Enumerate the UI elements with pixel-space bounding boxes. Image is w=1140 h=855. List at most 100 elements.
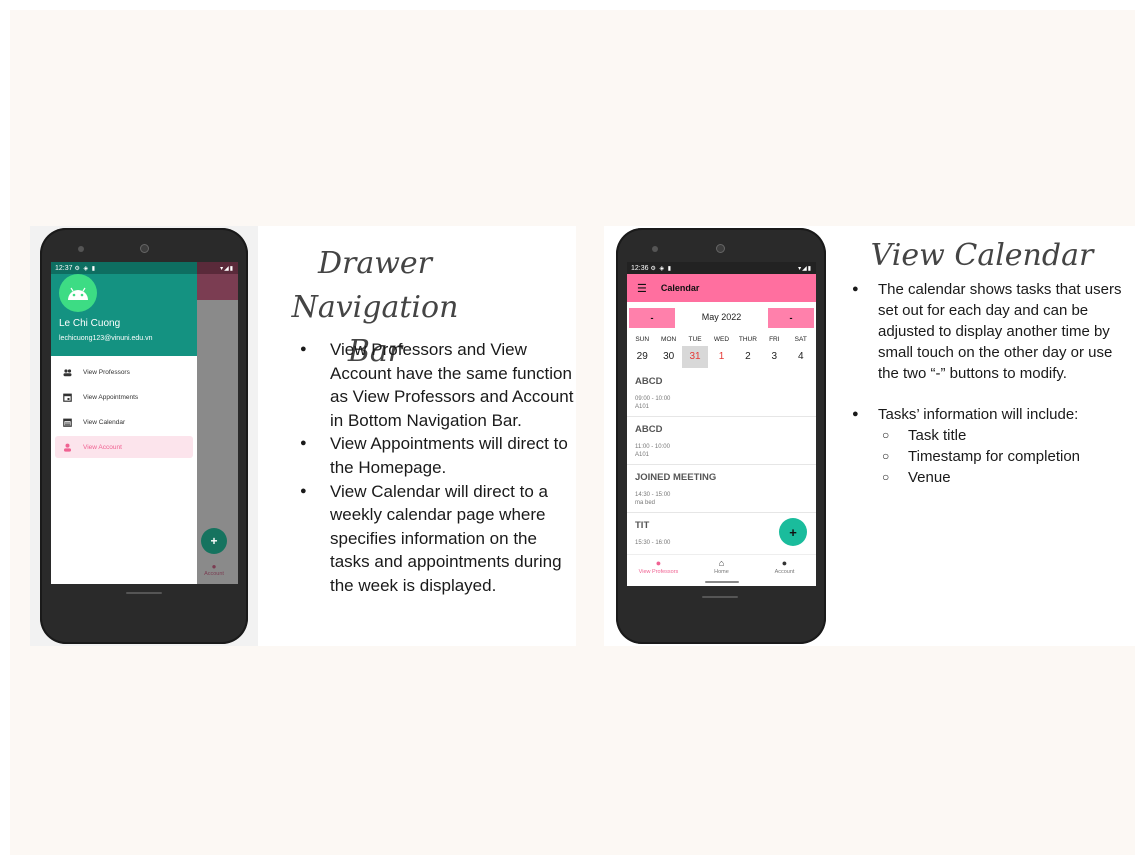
task-title: ABCD bbox=[635, 376, 663, 387]
avatar[interactable] bbox=[59, 274, 97, 312]
bullet-item: Tasks’ information will include: Task ti… bbox=[852, 404, 1136, 488]
month-selector: May 2022 - - bbox=[627, 308, 816, 330]
status-right-icons: ▾◢▮ bbox=[220, 265, 234, 272]
task-title: ABCD bbox=[635, 424, 663, 435]
next-week-button[interactable]: - bbox=[768, 308, 814, 328]
bullet-item: The calendar shows tasks that users set … bbox=[852, 279, 1136, 384]
date-cell[interactable]: 3 bbox=[761, 346, 787, 368]
tab-view-professors[interactable]: ● View Professors bbox=[627, 555, 690, 580]
front-camera bbox=[716, 244, 725, 253]
bottom-navigation: ● View Professors ⌂ Home ● Account bbox=[627, 554, 816, 580]
bullet-text: Tasks’ information will include: bbox=[878, 406, 1079, 423]
bullet-text: The calendar shows tasks that users set … bbox=[878, 281, 1122, 382]
date-cell-selected[interactable]: 31 bbox=[681, 346, 709, 368]
drawer-header: 12:37 ⚙ ◈ ▮ Le Chi Cuong lechicuong123@v… bbox=[51, 262, 197, 356]
user-name: Le Chi Cuong bbox=[59, 318, 121, 329]
menu-item-view-calendar[interactable]: View Calendar bbox=[55, 411, 193, 433]
tab-home[interactable]: ⌂ Home bbox=[690, 555, 753, 580]
home-bar bbox=[702, 596, 738, 598]
sub-bullet-text: Venue bbox=[908, 469, 951, 486]
app-bar-dimmed bbox=[197, 274, 238, 300]
person-icon: ● bbox=[781, 558, 788, 568]
tab-label: Account bbox=[774, 569, 795, 575]
tab-account[interactable]: ● Account bbox=[753, 555, 816, 580]
home-bar bbox=[126, 592, 162, 594]
hamburger-menu-icon[interactable]: ☰ bbox=[637, 282, 647, 295]
navigation-drawer: 12:37 ⚙ ◈ ▮ Le Chi Cuong lechicuong123@v… bbox=[51, 262, 197, 584]
phone-screen: + ● Account 12:37 ⚙ ◈ ▮ Le Chi Cuong lec… bbox=[51, 262, 238, 584]
panel-title-line1: Drawer bbox=[317, 246, 433, 281]
sub-bullet-item: Task title bbox=[882, 425, 1136, 446]
account-tab-label: Account bbox=[204, 571, 224, 577]
weekday-label: THUR bbox=[738, 336, 757, 343]
bullet-item: View Appointments will direct to the Hom… bbox=[300, 432, 576, 479]
calendar-icon bbox=[63, 418, 72, 427]
week-dates: 29 30 31 1 2 3 4 bbox=[629, 346, 814, 368]
task-time: 11:00 - 10:00 bbox=[635, 444, 670, 450]
task-item[interactable]: ABCD 11:00 - 10:00 A101 bbox=[627, 418, 816, 465]
task-title: JOINED MEETING bbox=[635, 472, 717, 483]
bullet-text: View Calendar will direct to a weekly ca… bbox=[330, 481, 562, 595]
tab-label: View Professors bbox=[638, 569, 679, 575]
weekday-label: TUE bbox=[688, 336, 702, 343]
android-icon bbox=[68, 287, 88, 300]
menu-item-view-professors[interactable]: View Professors bbox=[55, 361, 193, 383]
task-time: 14:30 - 15:00 bbox=[635, 492, 671, 498]
task-venue: A101 bbox=[635, 452, 650, 458]
weekday-label: WED bbox=[713, 336, 730, 343]
status-right-icons: ▾◢▮ bbox=[798, 265, 812, 272]
home-icon: ⌂ bbox=[718, 558, 725, 568]
person-icon bbox=[63, 443, 72, 452]
weekday-label: SAT bbox=[794, 336, 807, 343]
menu-item-label: View Calendar bbox=[83, 418, 126, 426]
add-task-fab[interactable]: + bbox=[779, 518, 807, 546]
task-item[interactable]: ABCD 09:00 - 10:00 A101 bbox=[627, 370, 816, 417]
menu-item-view-account[interactable]: View Account bbox=[55, 436, 193, 458]
sensor-dot bbox=[652, 246, 658, 252]
menu-item-view-appointments[interactable]: View Appointments bbox=[55, 386, 193, 408]
menu-item-label: View Professors bbox=[83, 368, 130, 376]
date-cell[interactable]: 30 bbox=[655, 346, 681, 368]
phone-frame: + ● Account 12:37 ⚙ ◈ ▮ Le Chi Cuong lec… bbox=[40, 228, 248, 644]
weekday-label: FRI bbox=[769, 336, 780, 343]
sub-bullets: Task title Timestamp for completion Venu… bbox=[882, 425, 1136, 488]
status-bar: 12:37 ⚙ ◈ ▮ bbox=[51, 262, 197, 274]
date-cell[interactable]: 2 bbox=[735, 346, 761, 368]
status-bar-right: ▾◢▮ bbox=[197, 262, 238, 274]
drawer-panel: + ● Account 12:37 ⚙ ◈ ▮ Le Chi Cuong lec… bbox=[30, 226, 576, 646]
bullet-item: View Calendar will direct to a weekly ca… bbox=[300, 480, 576, 598]
date-cell[interactable]: 29 bbox=[629, 346, 655, 368]
task-item[interactable]: JOINED MEETING 14:30 - 15:00 ma bed bbox=[627, 466, 816, 513]
calendar-check-icon bbox=[63, 393, 72, 402]
panel-title: View Calendar bbox=[870, 238, 1094, 273]
gesture-bar bbox=[704, 581, 739, 583]
calendar-panel: 12:36 ⚙ ◈ ▮ ▾◢▮ ☰ Calendar May 2022 - - … bbox=[604, 226, 1136, 646]
prev-week-button[interactable]: - bbox=[629, 308, 675, 328]
sub-bullet-text: Timestamp for completion bbox=[908, 448, 1081, 465]
task-time: 09:00 - 10:00 bbox=[635, 396, 671, 402]
status-time: 12:36 bbox=[631, 264, 649, 272]
person-icon: ● bbox=[211, 562, 217, 571]
bullet-text: View Professors and View Account have th… bbox=[330, 340, 574, 430]
account-tab-dimmed: ● Account bbox=[201, 562, 227, 577]
bullet-text: View Appointments will direct to the Hom… bbox=[330, 434, 568, 477]
date-cell[interactable]: 1 bbox=[708, 346, 734, 368]
feature-bullets: View Professors and View Account have th… bbox=[300, 338, 576, 598]
bullet-item: View Professors and View Account have th… bbox=[300, 338, 576, 432]
menu-item-label: View Account bbox=[83, 443, 122, 451]
task-venue: A101 bbox=[635, 404, 650, 410]
date-cell[interactable]: 4 bbox=[788, 346, 814, 368]
tab-label: Home bbox=[714, 569, 729, 575]
status-bar: 12:36 ⚙ ◈ ▮ ▾◢▮ bbox=[627, 262, 816, 274]
app-title: Calendar bbox=[660, 283, 700, 293]
person-icon: ● bbox=[655, 558, 662, 568]
people-icon bbox=[63, 368, 72, 377]
status-icons: ⚙ ◈ ▮ bbox=[650, 265, 673, 272]
app-bar: ☰ Calendar bbox=[627, 274, 816, 302]
sub-bullet-text: Task title bbox=[908, 427, 967, 444]
status-time: 12:37 bbox=[55, 264, 73, 272]
weekday-label: MON bbox=[661, 336, 677, 343]
add-fab-dimmed[interactable]: + bbox=[201, 528, 227, 554]
sub-bullet-item: Venue bbox=[882, 467, 1136, 488]
phone-frame: 12:36 ⚙ ◈ ▮ ▾◢▮ ☰ Calendar May 2022 - - … bbox=[616, 228, 826, 644]
